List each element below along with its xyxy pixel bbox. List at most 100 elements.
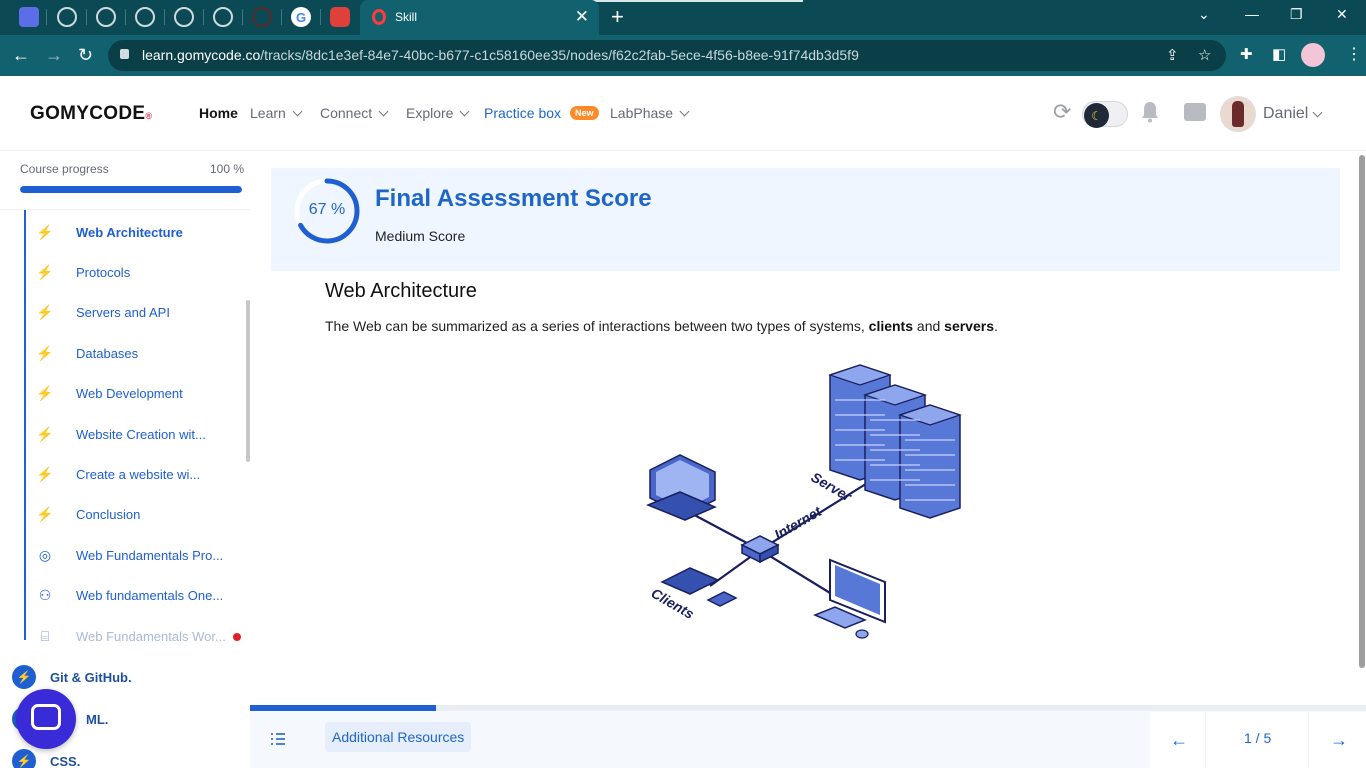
tab-globe-icon[interactable] xyxy=(174,7,194,27)
tab-globe-icon[interactable] xyxy=(213,7,233,27)
minimize-icon[interactable]: — xyxy=(1245,6,1259,22)
bolt-icon: ⚡ xyxy=(36,344,54,361)
list-icon[interactable] xyxy=(270,732,286,746)
main-scrollbar[interactable] xyxy=(1359,155,1365,668)
lesson-title: Web Architecture xyxy=(325,280,477,302)
next-page-arrow-icon[interactable]: → xyxy=(1330,730,1348,751)
site-header: GOMYCODE® Home Learn Connect Explore Pra… xyxy=(0,76,1366,151)
bolt-icon: ⚡ xyxy=(12,749,36,768)
tab-search-icon[interactable]: ⌄ xyxy=(1198,6,1210,23)
back-icon[interactable]: ← xyxy=(12,44,30,66)
nav-connect[interactable]: Connect xyxy=(320,105,389,121)
tab-separator xyxy=(203,9,204,25)
browser-profile-avatar[interactable] xyxy=(1301,43,1325,67)
tab-favicon-dark[interactable] xyxy=(252,7,272,27)
tab-favicon-app[interactable] xyxy=(19,7,39,27)
user-menu[interactable]: Daniel xyxy=(1263,105,1323,123)
tab-separator xyxy=(242,9,243,25)
tab-separator xyxy=(281,9,282,25)
reload-icon[interactable]: ↻ xyxy=(78,44,93,66)
previous-page-arrow-icon[interactable]: ← xyxy=(1170,730,1188,751)
bolt-icon: ⚡ xyxy=(36,384,54,401)
sidebar-item-web-architecture[interactable]: ⚡ Web Architecture xyxy=(36,222,183,242)
active-tab[interactable]: Skill ✕ xyxy=(360,0,599,35)
lesson-progress-bar xyxy=(250,705,1366,711)
score-subtitle: Medium Score xyxy=(375,228,466,244)
bolt-icon: ⚡ xyxy=(36,505,54,522)
sidebar-group-git-github[interactable]: ⚡ Git & GitHub. xyxy=(12,664,132,690)
extensions-icon[interactable]: ✚ xyxy=(1240,45,1253,63)
bolt-icon: ⚡ xyxy=(36,263,54,280)
divider xyxy=(0,209,250,210)
nav-explore[interactable]: Explore xyxy=(406,105,470,121)
browser-menu-icon[interactable]: ⋮ xyxy=(1346,44,1362,64)
internet-label: Internet xyxy=(772,502,826,542)
chevron-down-icon xyxy=(378,106,389,116)
tab-globe-icon[interactable] xyxy=(135,7,155,27)
tab-globe-icon[interactable] xyxy=(57,7,77,27)
sidebar-item-protocols[interactable]: ⚡ Protocols xyxy=(36,262,130,282)
sidebar-item-web-fundamentals-project[interactable]: ◎ Web Fundamentals Pro... xyxy=(36,545,223,565)
new-tab-icon[interactable]: + xyxy=(611,5,624,29)
tab-loading-line xyxy=(563,0,803,2)
active-tab-title: Skill xyxy=(395,10,418,24)
bolt-icon: ⚡ xyxy=(36,223,54,240)
score-percent: 67 % xyxy=(308,201,346,218)
divider xyxy=(1205,712,1206,768)
unread-dot xyxy=(233,633,241,641)
sidebar-item-web-fundamentals-workshop[interactable]: ⌸ Web Fundamentals Wor... xyxy=(36,626,226,646)
course-sidebar: Course progress 100 % ⚡ Web Architecture … xyxy=(0,152,250,768)
course-progress-fill xyxy=(20,186,242,193)
lesson-footer-bar: Additional Resources ← 1 / 5 → xyxy=(250,705,1366,768)
refresh-icon[interactable]: ⟳ xyxy=(1053,99,1071,125)
tab-separator xyxy=(320,9,321,25)
tab-google-icon[interactable]: G xyxy=(291,7,311,27)
chevron-down-icon xyxy=(460,106,470,116)
close-icon[interactable]: ✕ xyxy=(575,7,589,27)
nav-learn[interactable]: Learn xyxy=(250,105,303,121)
sidebar-item-create-website[interactable]: ⚡ Create a website wi... xyxy=(36,464,200,484)
notification-bell-icon[interactable] xyxy=(1140,101,1160,123)
laptop-icon xyxy=(646,454,717,521)
omnibox[interactable]: learn.gomycode.co/tracks/8dc1e3ef-84e7-4… xyxy=(108,40,1226,71)
chevron-down-icon xyxy=(292,106,303,116)
web-architecture-illustration: Server Internet Clients xyxy=(646,364,962,639)
dark-mode-toggle[interactable]: ☾ xyxy=(1082,101,1128,128)
additional-resources-button[interactable]: Additional Resources xyxy=(325,722,472,752)
sidebar-scrollbar[interactable] xyxy=(246,300,250,462)
tab-separator xyxy=(46,9,47,25)
chat-icon xyxy=(31,704,61,730)
sidebar-item-web-development[interactable]: ⚡ Web Development xyxy=(36,383,182,403)
nav-practice-box[interactable]: Practice box New xyxy=(484,105,599,121)
window-close-icon[interactable]: ✕ xyxy=(1336,6,1348,23)
opera-icon xyxy=(372,9,386,25)
forward-icon[interactable]: → xyxy=(45,44,63,66)
course-progress-value: 100 % xyxy=(210,162,245,176)
pagination: ← 1 / 5 → xyxy=(1150,712,1366,768)
url-text[interactable]: learn.gomycode.co/tracks/8dc1e3ef-84e7-4… xyxy=(142,47,859,63)
gomycode-logo[interactable]: GOMYCODE® xyxy=(30,103,152,125)
sidebar-group-css[interactable]: ⚡ CSS. xyxy=(12,748,80,768)
sidebar-item-servers-api[interactable]: ⚡ Servers and API xyxy=(36,302,170,322)
bookmark-star-icon[interactable]: ☆ xyxy=(1198,46,1211,64)
sidebar-item-website-creation[interactable]: ⚡ Website Creation wit... xyxy=(36,424,206,444)
course-progress-label: Course progress xyxy=(20,162,109,176)
chevron-down-icon xyxy=(1312,107,1323,117)
restore-icon[interactable]: ❐ xyxy=(1290,6,1303,23)
sidebar-item-conclusion[interactable]: ⚡ Conclusion xyxy=(36,504,140,524)
nav-home[interactable]: Home xyxy=(199,105,238,121)
tab-favicon-red[interactable] xyxy=(330,7,350,27)
side-panel-icon[interactable]: ◧ xyxy=(1272,45,1286,63)
chevron-down-icon xyxy=(679,106,690,116)
bolt-icon: ⚡ xyxy=(36,425,54,442)
user-avatar[interactable] xyxy=(1220,96,1256,132)
sidebar-item-web-fundamentals-one[interactable]: ⚇ Web fundamentals One... xyxy=(36,585,223,605)
share-icon[interactable]: ⇪ xyxy=(1166,46,1179,64)
module-timeline-line xyxy=(24,210,26,640)
tab-globe-icon[interactable] xyxy=(96,7,116,27)
new-badge: New xyxy=(570,106,599,120)
support-chat-button[interactable] xyxy=(16,689,76,749)
nav-labphase[interactable]: LabPhase xyxy=(610,105,690,121)
sidebar-item-databases[interactable]: ⚡ Databases xyxy=(36,343,138,363)
messages-icon[interactable] xyxy=(1184,103,1206,121)
